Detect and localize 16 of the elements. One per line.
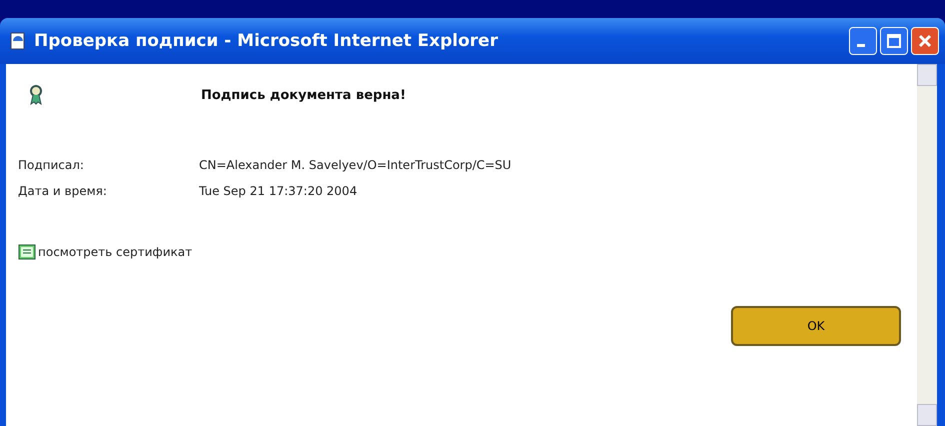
field-value: CN=Alexander M. Savelyev/O=InterTrustCorp/C=SU (199, 158, 512, 172)
field-label: Подписал: (18, 158, 85, 172)
close-button[interactable] (911, 27, 939, 55)
close-icon (917, 33, 933, 49)
ok-button[interactable]: OK (731, 306, 901, 346)
minimize-button[interactable] (849, 27, 877, 55)
minimize-icon (857, 44, 865, 47)
maximize-button[interactable] (880, 27, 908, 55)
maximize-icon (886, 33, 902, 49)
window-title: Проверка подписи - Microsoft Internet Explorer (34, 31, 499, 51)
award-ribbon-icon (28, 84, 44, 106)
field-label: Дата и время: (18, 184, 108, 198)
field-value: Tue Sep 21 17:37:20 2004 (199, 184, 358, 198)
status-heading: Подпись документа верна! (201, 88, 406, 102)
certificate-icon (18, 244, 36, 260)
view-certificate-link[interactable]: посмотреть сертификат (38, 245, 192, 259)
